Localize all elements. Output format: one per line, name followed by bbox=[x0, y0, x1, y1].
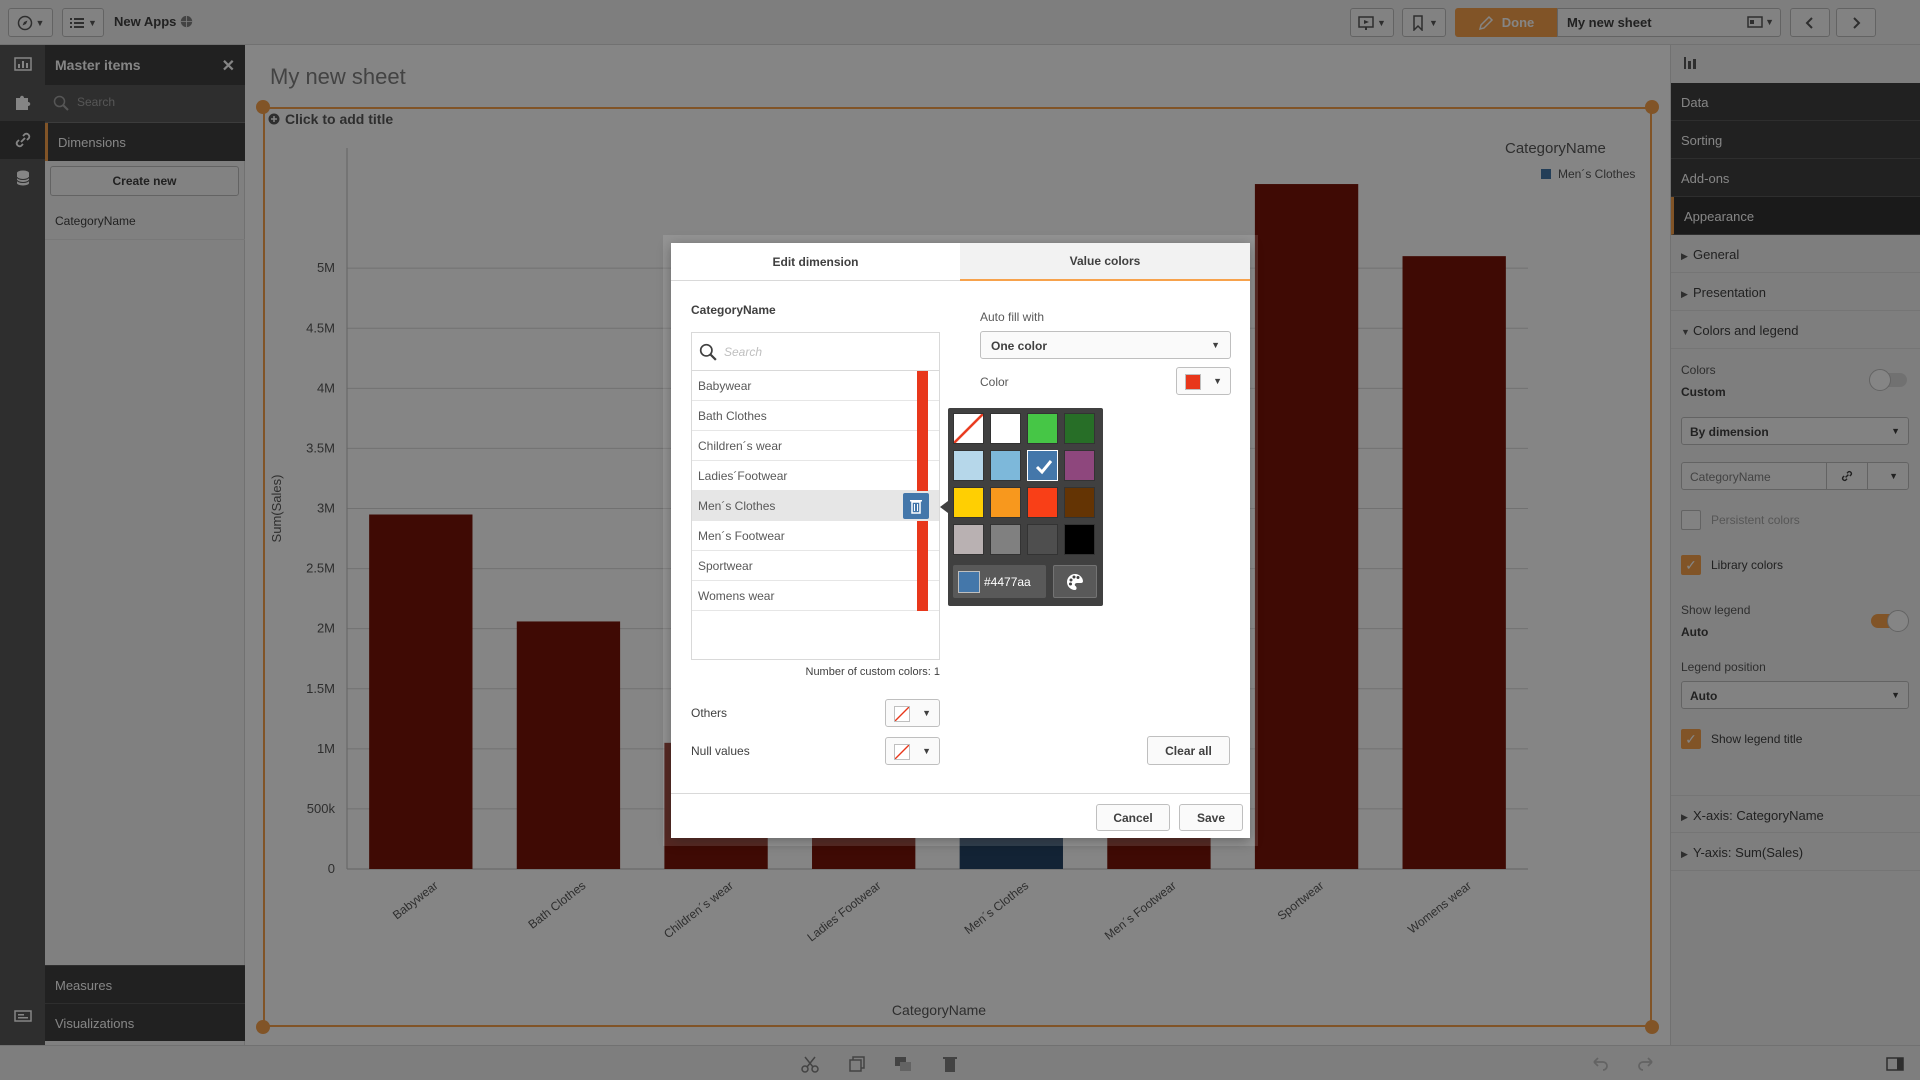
no-color-icon bbox=[894, 706, 910, 722]
palette-swatch[interactable] bbox=[1064, 413, 1095, 444]
chevron-down-icon: ▼ bbox=[1211, 340, 1220, 350]
delete-color-button[interactable] bbox=[903, 493, 929, 519]
color-swatch bbox=[917, 461, 928, 491]
color-wheel-button[interactable] bbox=[1053, 565, 1097, 598]
chevron-down-icon: ▼ bbox=[1213, 376, 1222, 386]
value-search-input[interactable]: Search bbox=[692, 333, 939, 371]
value-label: Men´s Clothes bbox=[698, 499, 776, 513]
color-swatch bbox=[917, 371, 928, 401]
color-palette-popover: #4477aa bbox=[948, 408, 1103, 606]
palette-swatch[interactable] bbox=[953, 450, 984, 481]
dialog-divider bbox=[671, 793, 1250, 794]
palette-swatch[interactable] bbox=[1064, 487, 1095, 518]
color-label: Color bbox=[980, 375, 1009, 389]
check-icon bbox=[1035, 460, 1053, 475]
list-item[interactable]: Ladies´Footwear bbox=[692, 461, 939, 491]
palette-swatch[interactable] bbox=[953, 524, 984, 555]
color-swatch bbox=[917, 551, 928, 581]
list-item[interactable]: Bath Clothes bbox=[692, 401, 939, 431]
search-icon bbox=[699, 343, 717, 361]
dimension-name: CategoryName bbox=[691, 303, 776, 317]
list-item[interactable]: Sportwear bbox=[692, 551, 939, 581]
palette-swatch[interactable] bbox=[953, 487, 984, 518]
autofill-label: Auto fill with bbox=[980, 310, 1045, 324]
palette-swatch[interactable] bbox=[1027, 487, 1058, 518]
value-label: Men´s Footwear bbox=[698, 529, 785, 543]
color-swatch bbox=[917, 431, 928, 461]
clear-all-button[interactable]: Clear all bbox=[1147, 736, 1230, 765]
list-item[interactable]: Men´s Footwear bbox=[692, 521, 939, 551]
palette-swatch[interactable] bbox=[1064, 450, 1095, 481]
color-swatch bbox=[917, 401, 928, 431]
palette-icon bbox=[1067, 573, 1083, 590]
search-placeholder: Search bbox=[724, 345, 763, 359]
hex-color-input[interactable]: #4477aa bbox=[953, 565, 1046, 598]
color-swatch bbox=[917, 521, 928, 551]
value-label: Sportwear bbox=[698, 559, 753, 573]
list-item[interactable]: Babywear bbox=[692, 371, 939, 401]
palette-swatch[interactable] bbox=[990, 487, 1021, 518]
others-label: Others bbox=[691, 706, 728, 720]
palette-swatch[interactable] bbox=[990, 524, 1021, 555]
tab-value-colors[interactable]: Value colors bbox=[960, 243, 1250, 281]
list-item[interactable]: Womens wear bbox=[692, 581, 939, 611]
null-values-color-select[interactable]: ▼ bbox=[885, 737, 940, 765]
null-values-label: Null values bbox=[691, 744, 750, 758]
palette-swatch[interactable] bbox=[1027, 450, 1058, 481]
others-color-select[interactable]: ▼ bbox=[885, 699, 940, 727]
tab-edit-dimension[interactable]: Edit dimension bbox=[671, 243, 960, 281]
autofill-value: One color bbox=[991, 339, 1048, 353]
palette-swatch[interactable] bbox=[990, 450, 1021, 481]
list-item-selected[interactable]: Men´s Clothes bbox=[692, 491, 948, 521]
color-swatch bbox=[917, 581, 928, 611]
no-color-swatch[interactable] bbox=[953, 413, 984, 444]
color-swatch bbox=[958, 570, 980, 593]
popover-pointer bbox=[940, 501, 948, 513]
value-label: Children´s wear bbox=[698, 439, 783, 453]
palette-swatch[interactable] bbox=[990, 413, 1021, 444]
palette-swatch[interactable] bbox=[1064, 524, 1095, 555]
chevron-down-icon: ▼ bbox=[922, 746, 931, 756]
value-label: Bath Clothes bbox=[698, 409, 767, 423]
value-label: Babywear bbox=[698, 379, 752, 393]
chevron-down-icon: ▼ bbox=[922, 708, 931, 718]
palette-swatch[interactable] bbox=[1027, 413, 1058, 444]
list-item[interactable]: Children´s wear bbox=[692, 431, 939, 461]
autofill-select[interactable]: One color ▼ bbox=[980, 331, 1231, 359]
value-list: Search Babywear Bath Clothes Children´s … bbox=[691, 332, 948, 660]
custom-colors-count: Number of custom colors: 1 bbox=[805, 666, 941, 678]
cancel-button[interactable]: Cancel bbox=[1096, 804, 1170, 831]
save-button[interactable]: Save bbox=[1179, 804, 1243, 831]
palette-swatch[interactable] bbox=[1027, 524, 1058, 555]
trash-icon bbox=[910, 500, 922, 514]
color-select[interactable]: ▼ bbox=[1176, 367, 1231, 395]
hex-value: #4477aa bbox=[984, 574, 1031, 589]
no-color-icon bbox=[894, 744, 910, 760]
value-label: Ladies´Footwear bbox=[698, 469, 788, 483]
color-swatch bbox=[1185, 374, 1201, 390]
value-label: Womens wear bbox=[698, 589, 775, 603]
